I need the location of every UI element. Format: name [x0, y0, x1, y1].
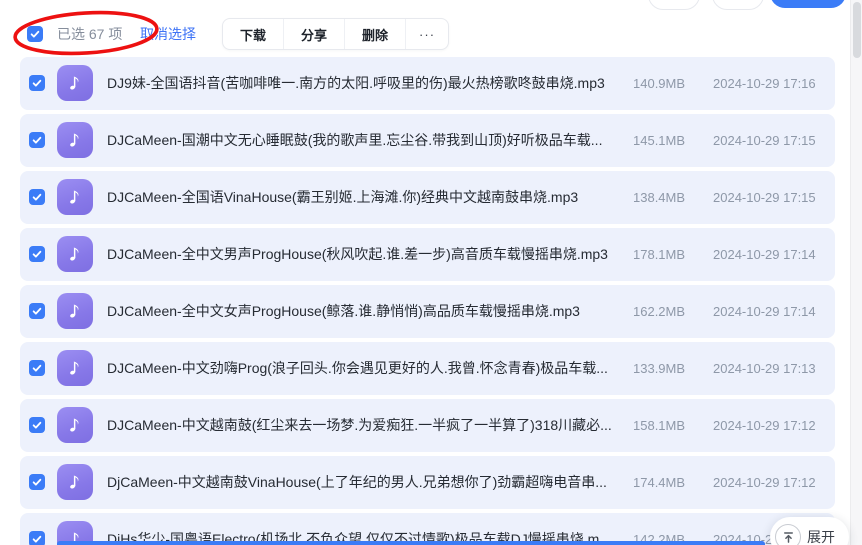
file-size: 178.1MB [633, 228, 685, 281]
row-checkbox[interactable] [29, 474, 45, 490]
music-note-icon [57, 350, 93, 386]
music-note-icon [57, 122, 93, 158]
file-date: 2024-10-29 17:13 [713, 342, 816, 395]
selected-count-label: 已选 67 项 [57, 18, 122, 50]
row-checkbox[interactable] [29, 417, 45, 433]
file-name: DJCaMeen-中文劲嗨Prog(浪子回头.你会遇见更好的人.我曾.怀念青春)… [107, 342, 608, 395]
row-checkbox[interactable] [29, 303, 45, 319]
scrollbar-thumb[interactable] [853, 2, 861, 58]
expand-label: 展开 [807, 527, 835, 545]
selection-toolbar: 已选 67 项 取消选择 下载 分享 删除 ··· [0, 18, 862, 50]
file-size: 162.2MB [633, 285, 685, 338]
bottom-bar-edge [57, 541, 765, 545]
check-icon [31, 77, 43, 89]
top-toolbar-button-1[interactable] [648, 0, 700, 10]
file-size: 145.1MB [633, 114, 685, 167]
file-date: 2024-10-29 17:14 [713, 228, 816, 281]
file-row[interactable]: DJCaMeen-中文劲嗨Prog(浪子回头.你会遇见更好的人.我曾.怀念青春)… [20, 342, 835, 395]
top-toolbar-button-2[interactable] [712, 0, 764, 10]
check-icon [29, 28, 41, 40]
file-date: 2024-10-29 17:14 [713, 285, 816, 338]
row-checkbox[interactable] [29, 531, 45, 545]
check-icon [31, 248, 43, 260]
file-row[interactable]: DJCaMeen-全中文女声ProgHouse(鲸落.谁.静悄悄)高品质车载慢摇… [20, 285, 835, 338]
file-name: DjCaMeen-中文越南鼓VinaHouse(上了年纪的男人.兄弟想你了)劲霸… [107, 456, 607, 509]
top-primary-button[interactable] [770, 0, 846, 8]
file-name: DJ9妹-全国语抖音(苦咖啡唯一.南方的太阳.呼吸里的伤)最火热榜歌咚鼓串烧.m… [107, 57, 605, 110]
music-note-icon [57, 407, 93, 443]
music-note-icon [57, 65, 93, 101]
file-name: DJCaMeen-全中文男声ProgHouse(秋风吹起.谁.差一步)高音质车载… [107, 228, 608, 281]
music-note-icon [57, 464, 93, 500]
file-row[interactable]: DJ9妹-全国语抖音(苦咖啡唯一.南方的太阳.呼吸里的伤)最火热榜歌咚鼓串烧.m… [20, 57, 835, 110]
expand-button[interactable]: 展开 [770, 517, 849, 545]
file-row[interactable]: DjCaMeen-中文越南鼓VinaHouse(上了年纪的男人.兄弟想你了)劲霸… [20, 456, 835, 509]
file-name: DJCaMeen-全国语VinaHouse(霸王别姬.上海滩.你)经典中文越南鼓… [107, 171, 578, 224]
action-button-group: 下载 分享 删除 ··· [222, 18, 449, 50]
row-checkbox[interactable] [29, 246, 45, 262]
file-date: 2024-10-29 17:12 [713, 456, 816, 509]
deselect-link[interactable]: 取消选择 [140, 18, 196, 50]
file-size: 138.4MB [633, 171, 685, 224]
scrollbar[interactable] [850, 0, 862, 545]
row-checkbox[interactable] [29, 132, 45, 148]
more-actions-button[interactable]: ··· [405, 19, 448, 49]
file-size: 140.9MB [633, 57, 685, 110]
delete-button[interactable]: 删除 [344, 19, 405, 49]
file-name: DJCaMeen-中文越南鼓(红尘来去一场梦.为爱痴狂.一半疯了一半算了)318… [107, 399, 612, 452]
check-icon [31, 362, 43, 374]
check-icon [31, 305, 43, 317]
file-date: 2024-10-29 17:15 [713, 114, 816, 167]
file-name: DJCaMeen-国潮中文无心睡眠鼓(我的歌声里.忘尘谷.带我到山顶)好听极品车… [107, 114, 602, 167]
select-all-checkbox[interactable] [27, 26, 43, 42]
file-date: 2024-10-29 17:15 [713, 171, 816, 224]
file-size: 158.1MB [633, 399, 685, 452]
file-date: 2024-10-29 17:16 [713, 57, 816, 110]
music-note-icon [57, 293, 93, 329]
file-list: DJ9妹-全国语抖音(苦咖啡唯一.南方的太阳.呼吸里的伤)最火热榜歌咚鼓串烧.m… [0, 57, 862, 545]
check-icon [31, 419, 43, 431]
file-row[interactable]: DJCaMeen-全国语VinaHouse(霸王别姬.上海滩.你)经典中文越南鼓… [20, 171, 835, 224]
file-manager-screen: 已选 67 项 取消选择 下载 分享 删除 ··· DJ9妹-全国语抖音(苦咖啡… [0, 0, 862, 545]
scroll-to-top-icon [775, 524, 801, 545]
file-row[interactable]: DJCaMeen-全中文男声ProgHouse(秋风吹起.谁.差一步)高音质车载… [20, 228, 835, 281]
file-size: 133.9MB [633, 342, 685, 395]
music-note-icon [57, 236, 93, 272]
download-button[interactable]: 下载 [223, 19, 283, 49]
share-button[interactable]: 分享 [283, 19, 344, 49]
file-row[interactable]: DJCaMeen-中文越南鼓(红尘来去一场梦.为爱痴狂.一半疯了一半算了)318… [20, 399, 835, 452]
row-checkbox[interactable] [29, 189, 45, 205]
check-icon [31, 533, 43, 545]
file-size: 174.4MB [633, 456, 685, 509]
row-checkbox[interactable] [29, 360, 45, 376]
file-name: DJCaMeen-全中文女声ProgHouse(鲸落.谁.静悄悄)高品质车载慢摇… [107, 285, 580, 338]
check-icon [31, 476, 43, 488]
music-note-icon [57, 179, 93, 215]
row-checkbox[interactable] [29, 75, 45, 91]
file-date: 2024-10-29 17:12 [713, 399, 816, 452]
check-icon [31, 191, 43, 203]
check-icon [31, 134, 43, 146]
file-row[interactable]: DJCaMeen-国潮中文无心睡眠鼓(我的歌声里.忘尘谷.带我到山顶)好听极品车… [20, 114, 835, 167]
